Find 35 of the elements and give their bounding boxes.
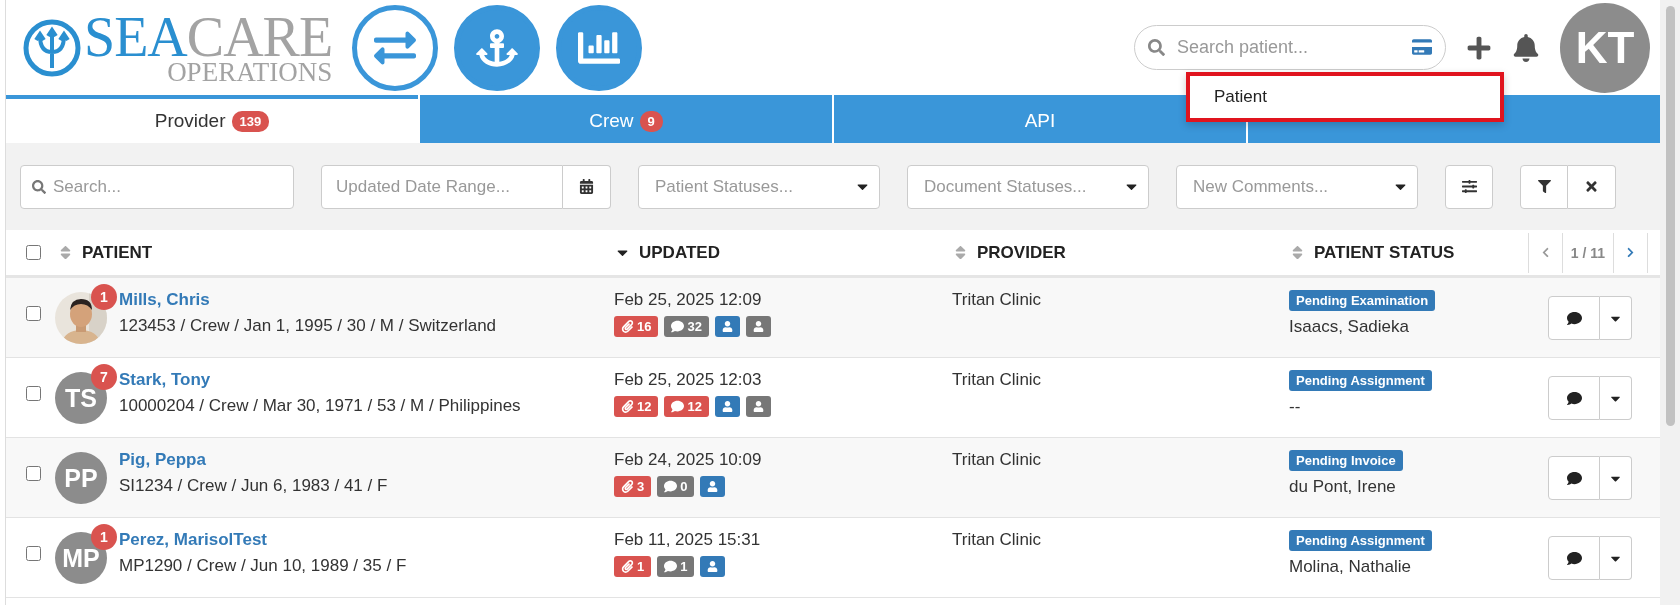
provider-name: Tritan Clinic [952,370,1043,391]
assignee-name: du Pont, Irene [1289,477,1397,497]
updated-date: Feb 25, 2025 12:03 [614,370,763,390]
attachments-count-tag: 3 [614,476,652,497]
logo-text: SEACARE OPERATIONS [84,9,333,86]
provider-name: Tritan Clinic [952,290,1043,311]
patient-avatar: PP [55,452,107,504]
count-badge: 9 [639,110,663,132]
comments-count-tag: 1 [657,556,695,577]
status-label: Pending Assignment [1289,370,1432,391]
assignee-name: -- [1289,397,1302,417]
notification-badge: 1 [91,524,117,550]
patient-details: 10000204 / Crew / Mar 30, 1971 / 53 / M / Philippines [119,396,521,416]
attachments-count-tag: 1 [614,556,652,577]
count-badge: 139 [231,110,270,132]
notification-badge: 1 [91,284,117,310]
provider-name: Tritan Clinic [952,450,1043,471]
comments-count-tag: 0 [657,476,695,497]
updated-date: Feb 11, 2025 15:31 [614,530,762,550]
patient-details: SI1234 / Crew / Jun 6, 1983 / 41 / F [119,476,388,496]
assignee-name: Isaacs, Sadieka [1289,317,1410,337]
updated-date: Feb 25, 2025 12:09 [614,290,763,310]
patient-details: 123453 / Crew / Jan 1, 1995 / 30 / M / Switzerland [119,316,497,336]
attachments-count-tag: 12 [614,396,659,417]
status-label: Pending Examination [1289,290,1436,311]
comments-count-tag: 32 [664,316,709,337]
provider-name: Tritan Clinic [952,530,1043,551]
status-label: Pending Assignment [1289,530,1432,551]
attachments-count-tag: 16 [614,316,659,337]
notification-badge: 7 [91,364,117,390]
status-label: Pending Invoice [1289,450,1403,471]
updated-date: Feb 24, 2025 10:09 [614,450,763,470]
patient-details: MP1290 / Crew / Jun 10, 1989 / 35 / F [119,556,407,576]
comments-count-tag: 12 [664,396,709,417]
assignee-name: Molina, Nathalie [1289,557,1412,577]
